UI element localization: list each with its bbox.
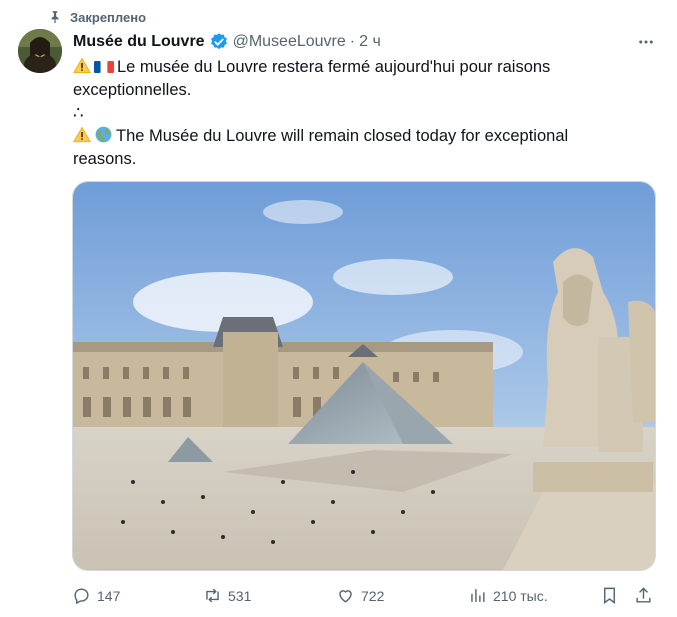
- reply-count: 147: [97, 587, 121, 604]
- repost-icon: [206, 588, 219, 603]
- verified-badge-icon: [210, 33, 227, 50]
- louvre-photo: [73, 182, 655, 570]
- more-icon: [639, 40, 653, 44]
- pinned-label: Закреплено: [70, 9, 147, 25]
- pinned-indicator: Закреплено: [48, 8, 146, 26]
- views-icon: [471, 589, 485, 602]
- tweet-separator: ∴: [73, 104, 84, 122]
- tweet-header: Musée du Louvre @MuseeLouvre · 2 ч: [73, 31, 657, 53]
- tweet-text: Le musée du Louvre restera fermé aujourd…: [73, 56, 633, 171]
- share-icon: [636, 587, 651, 603]
- like-button[interactable]: 722: [336, 586, 384, 605]
- bookmark-icon: [604, 587, 615, 605]
- like-count: 722: [361, 587, 385, 604]
- author-name[interactable]: Musée du Louvre: [73, 33, 205, 51]
- pin-icon: [51, 11, 59, 24]
- tweet-line-en: The Musée du Louvre will remain closed t…: [73, 125, 633, 171]
- views-button[interactable]: 210 тыс.: [468, 586, 548, 605]
- separator-dot: ·: [349, 33, 356, 50]
- views-count: 210 тыс.: [493, 587, 548, 604]
- tweet-actions: 147 531 722 210 тыс.: [72, 582, 654, 610]
- globe-icon: [95, 126, 112, 143]
- bookmark-button[interactable]: [600, 586, 619, 605]
- france-flag-icon: [94, 61, 114, 73]
- avatar[interactable]: [18, 29, 62, 73]
- reply-button[interactable]: 147: [72, 586, 120, 605]
- repost-count: 531: [228, 587, 252, 604]
- repost-button[interactable]: 531: [203, 586, 251, 605]
- more-options-button[interactable]: [635, 31, 657, 53]
- heart-icon: [339, 590, 352, 603]
- post-time[interactable]: 2 ч: [359, 33, 381, 51]
- tweet-photo[interactable]: [72, 181, 656, 571]
- warning-icon: [73, 126, 91, 143]
- tweet-line-en-text: The Musée du Louvre will remain closed t…: [73, 127, 569, 168]
- tweet-line-fr: Le musée du Louvre restera fermé aujourd…: [73, 56, 633, 102]
- share-button[interactable]: [634, 586, 653, 605]
- tweet-line-fr-text: Le musée du Louvre restera fermé aujourd…: [73, 58, 551, 99]
- reply-icon: [74, 588, 89, 605]
- author-handle[interactable]: @MuseeLouvre: [233, 33, 346, 51]
- warning-icon: [73, 57, 91, 74]
